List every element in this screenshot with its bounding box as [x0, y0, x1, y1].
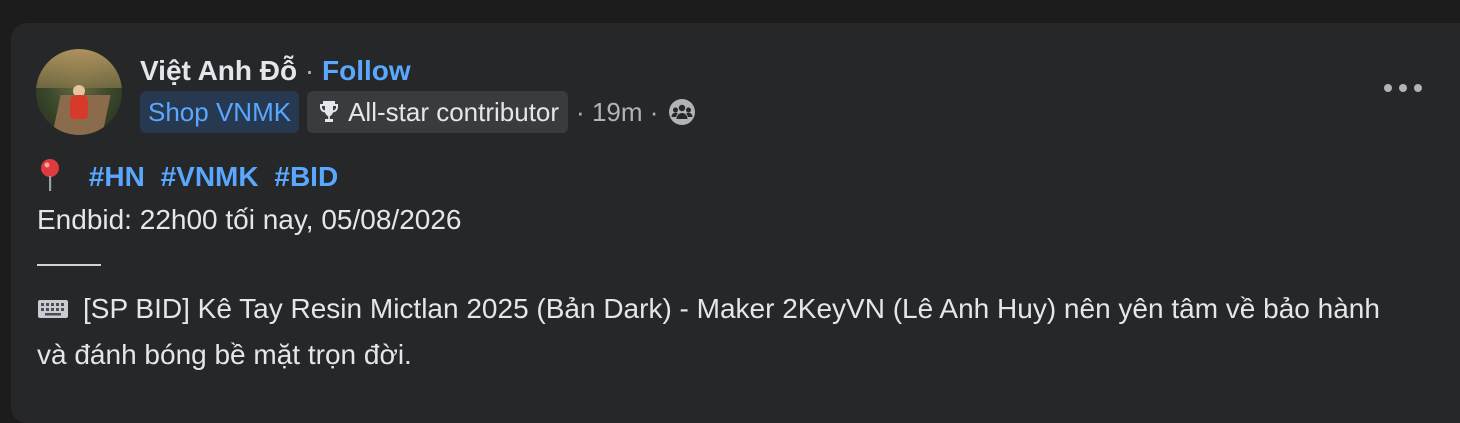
- follow-button[interactable]: Follow: [322, 55, 411, 86]
- hashtag-bid[interactable]: #BID: [274, 161, 338, 192]
- hashtag-line: #HN #VNMK #BID: [37, 158, 346, 195]
- audience-separator: ·: [649, 96, 659, 127]
- contributor-badge-label: All-star contributor: [348, 97, 560, 127]
- badge-row: Shop VNMK All-star contributor · 19m ·: [140, 91, 696, 133]
- post-description-text: [SP BID] Kê Tay Resin Mictlan 2025 (Bản …: [37, 293, 1380, 370]
- group-audience-icon[interactable]: [668, 98, 696, 126]
- header-separator: ·: [304, 55, 315, 86]
- divider-line: [37, 264, 101, 266]
- time-separator: ·: [576, 96, 585, 127]
- post-meta: · 19m ·: [576, 97, 696, 128]
- round-pushpin-emoji: [41, 159, 59, 191]
- author-header: Việt Anh Đỗ · Follow: [140, 54, 411, 88]
- author-name-link[interactable]: Việt Anh Đỗ: [140, 55, 297, 86]
- hashtag-vnmk[interactable]: #VNMK: [161, 161, 259, 192]
- trophy-icon: [320, 101, 339, 122]
- author-avatar[interactable]: [36, 49, 122, 135]
- group-badge[interactable]: Shop VNMK: [140, 91, 300, 133]
- post-timestamp[interactable]: 19m: [592, 97, 643, 128]
- endbid-text: Endbid: 22h00 tối nay, 05/08/2026: [37, 204, 462, 235]
- contributor-badge[interactable]: All-star contributor: [307, 91, 569, 133]
- post-description: [SP BID] Kê Tay Resin Mictlan 2025 (Bản …: [37, 286, 1417, 378]
- more-options-icon[interactable]: [1384, 80, 1422, 96]
- hashtag-hn[interactable]: #HN: [89, 161, 145, 192]
- keyboard-emoji: [38, 300, 68, 318]
